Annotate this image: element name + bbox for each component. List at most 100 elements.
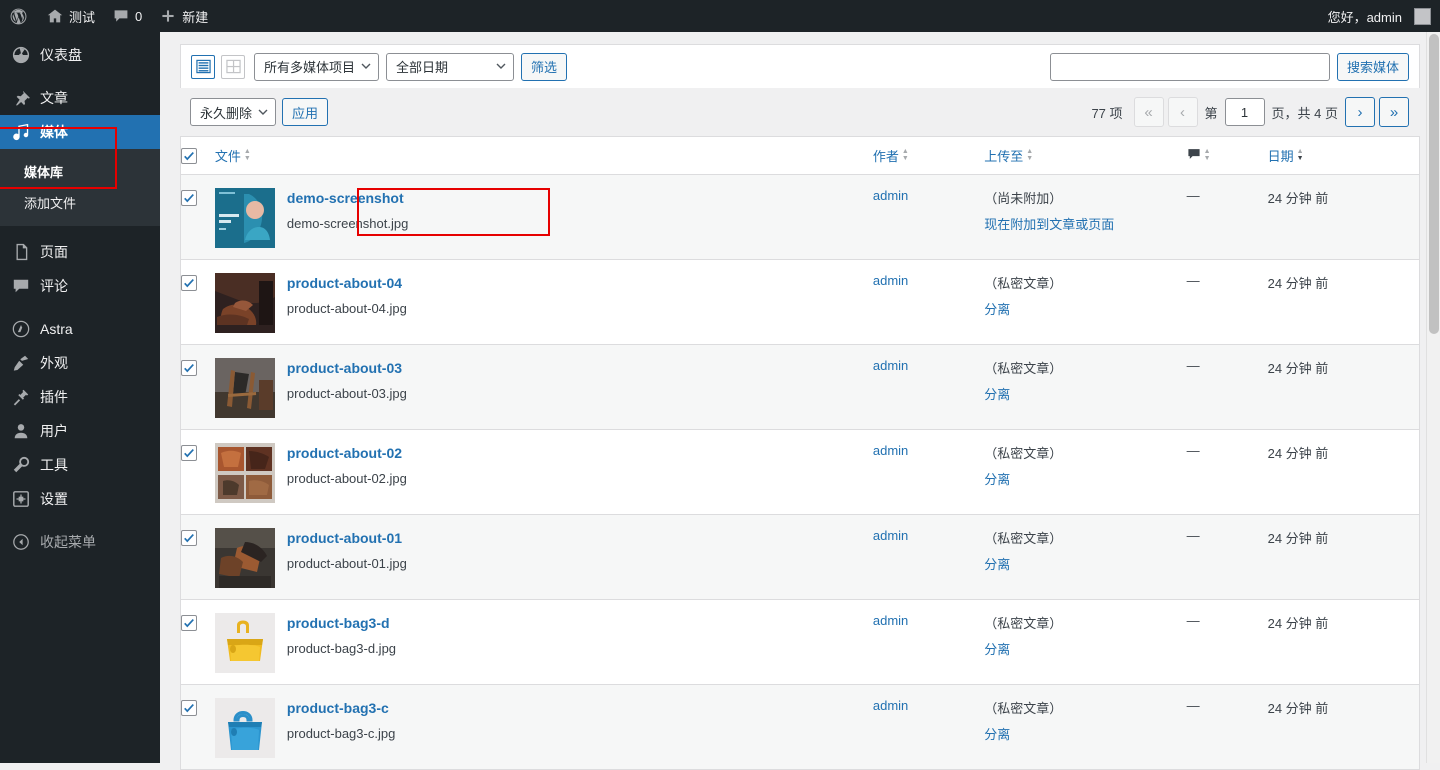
sidebar-item-add-media[interactable]: 添加文件 xyxy=(0,187,160,218)
author-link[interactable]: admin xyxy=(873,613,908,628)
detach-action-link[interactable]: 分离 xyxy=(984,639,1186,658)
row-checkbox[interactable] xyxy=(181,275,197,291)
filter-button[interactable]: 筛选 xyxy=(521,52,568,81)
sidebar-item-label: 评论 xyxy=(40,278,68,294)
current-page-input[interactable] xyxy=(1224,98,1265,126)
media-title-link[interactable]: demo-screenshot xyxy=(287,190,408,206)
wordpress-logo-icon xyxy=(9,7,28,26)
media-thumbnail[interactable] xyxy=(214,698,275,758)
media-title-link[interactable]: product-about-01 xyxy=(287,530,407,546)
select-all-checkbox[interactable] xyxy=(181,148,197,164)
sidebar-item-label: Astra xyxy=(40,321,73,337)
comment-icon xyxy=(113,8,129,24)
header-uploaded-to-label: 上传至 xyxy=(984,149,1024,164)
media-thumbnail[interactable] xyxy=(214,188,275,248)
detach-action-link[interactable]: 分离 xyxy=(984,299,1186,318)
last-page-button[interactable]: » xyxy=(1379,97,1409,127)
detach-action-link[interactable]: 分离 xyxy=(984,554,1186,573)
sidebar-item-media-library[interactable]: 媒体库 xyxy=(0,156,160,187)
uploaded-to-status: （私密文章） xyxy=(984,531,1063,546)
sidebar-item-astra[interactable]: Astra xyxy=(0,312,160,346)
media-thumbnail[interactable] xyxy=(214,613,275,673)
collapse-arrow-icon xyxy=(11,532,31,552)
sidebar-item-posts[interactable]: 文章 xyxy=(0,81,160,115)
attach-action-link[interactable]: 现在附加到文章或页面 xyxy=(984,214,1186,233)
sidebar-item-users[interactable]: 用户 xyxy=(0,414,160,448)
vertical-scrollbar[interactable] xyxy=(1426,32,1440,763)
row-checkbox[interactable] xyxy=(181,190,197,206)
header-uploaded-to[interactable]: 上传至 ▲ ▼ xyxy=(984,136,1187,175)
media-title-link[interactable]: product-about-02 xyxy=(287,445,407,461)
row-checkbox[interactable] xyxy=(181,700,197,716)
new-content-button[interactable]: 新建 xyxy=(151,0,217,32)
row-comments-cell: — xyxy=(1186,599,1268,685)
table-row: product-bag3-c product-bag3-c.jpg admin … xyxy=(180,684,1420,770)
search-media-button[interactable]: 搜索媒体 xyxy=(1336,52,1409,81)
admin-bar: 测试 0 新建 您好，admin xyxy=(0,0,1440,32)
page-icon xyxy=(11,242,31,262)
settings-icon xyxy=(11,489,31,509)
row-author-cell: admin xyxy=(873,175,984,260)
date-filter[interactable]: 全部日期 xyxy=(386,52,515,81)
header-comments[interactable]: ▲ ▼ xyxy=(1186,136,1268,175)
sidebar-item-plugins[interactable]: 插件 xyxy=(0,380,160,414)
header-file-label: 文件 xyxy=(214,149,241,164)
list-view-icon[interactable] xyxy=(191,54,215,79)
admin-sidebar: 仪表盘 文章 媒体 媒体库 添加文件 页面 评论 Astra 外观 插件 用户 … xyxy=(0,32,168,763)
comments-button[interactable]: 0 xyxy=(104,0,151,32)
upload-date: 24 分钟 前 xyxy=(1267,531,1329,546)
row-checkbox[interactable] xyxy=(181,615,197,631)
detach-action-link[interactable]: 分离 xyxy=(984,469,1186,488)
header-file[interactable]: 文件 ▲ ▼ xyxy=(214,136,873,175)
collapse-menu-button[interactable]: 收起菜单 xyxy=(0,525,160,559)
wordpress-logo-button[interactable] xyxy=(0,0,38,32)
media-thumbnail[interactable] xyxy=(214,358,275,418)
row-uploaded-cell: （私密文章） 分离 xyxy=(984,429,1187,515)
media-title-link[interactable]: product-bag3-c xyxy=(287,700,395,716)
sidebar-item-dashboard[interactable]: 仪表盘 xyxy=(0,38,160,72)
author-link[interactable]: admin xyxy=(873,358,908,373)
media-table-body: demo-screenshot demo-screenshot.jpg admi… xyxy=(180,174,1420,770)
account-menu[interactable]: 您好，admin xyxy=(1319,0,1440,32)
row-checkbox[interactable] xyxy=(181,360,197,376)
table-header-row: 文件 ▲ ▼ 作者 ▲ ▼ 上传至 ▲ ▼ ▲ ▼ 日期 ▲ ▼ xyxy=(180,136,1420,175)
site-name-button[interactable]: 测试 xyxy=(38,0,104,32)
search-input[interactable] xyxy=(1049,52,1330,81)
row-author-cell: admin xyxy=(872,344,985,430)
author-link[interactable]: admin xyxy=(873,188,908,203)
sidebar-item-tools[interactable]: 工具 xyxy=(0,448,160,482)
sidebar-item-appearance[interactable]: 外观 xyxy=(0,346,160,380)
media-type-filter[interactable]: 所有多媒体项目 xyxy=(254,52,380,81)
media-library-page: 所有多媒体项目 全部日期 筛选 搜索媒体 永久删除 应用 77 项 « ‹ 第 … xyxy=(160,32,1440,770)
detach-action-link[interactable]: 分离 xyxy=(984,724,1186,743)
row-comments-cell: — xyxy=(1186,429,1268,515)
sidebar-item-settings[interactable]: 设置 xyxy=(0,482,160,516)
row-author-cell: admin xyxy=(872,429,985,515)
grid-view-icon[interactable] xyxy=(221,54,245,79)
media-title-link[interactable]: product-bag3-d xyxy=(287,615,396,631)
table-row: product-about-02 product-about-02.jpg ad… xyxy=(180,429,1420,515)
row-checkbox[interactable] xyxy=(181,530,197,546)
media-thumbnail[interactable] xyxy=(214,528,275,588)
row-comments-cell: — xyxy=(1187,175,1268,260)
bulk-action-select[interactable]: 永久删除 xyxy=(190,98,277,126)
detach-action-link[interactable]: 分离 xyxy=(984,384,1186,403)
scrollbar-thumb[interactable] xyxy=(1429,34,1439,334)
media-thumbnail[interactable] xyxy=(214,273,275,333)
apply-button[interactable]: 应用 xyxy=(282,98,329,126)
row-checkbox[interactable] xyxy=(181,445,197,461)
next-page-button[interactable]: › xyxy=(1345,97,1375,127)
sidebar-item-pages[interactable]: 页面 xyxy=(0,235,160,269)
media-thumbnail[interactable] xyxy=(214,443,275,503)
author-link[interactable]: admin xyxy=(873,443,908,458)
author-link[interactable]: admin xyxy=(873,698,908,713)
header-author[interactable]: 作者 ▲ ▼ xyxy=(872,136,985,175)
author-link[interactable]: admin xyxy=(873,273,908,288)
header-date[interactable]: 日期 ▲ ▼ xyxy=(1267,136,1420,175)
sidebar-item-media[interactable]: 媒体 xyxy=(0,115,168,149)
sidebar-item-label: 外观 xyxy=(40,355,68,371)
media-title-link[interactable]: product-about-04 xyxy=(287,275,407,291)
author-link[interactable]: admin xyxy=(873,528,908,543)
media-title-link[interactable]: product-about-03 xyxy=(287,360,407,376)
sidebar-item-comments[interactable]: 评论 xyxy=(0,269,160,303)
